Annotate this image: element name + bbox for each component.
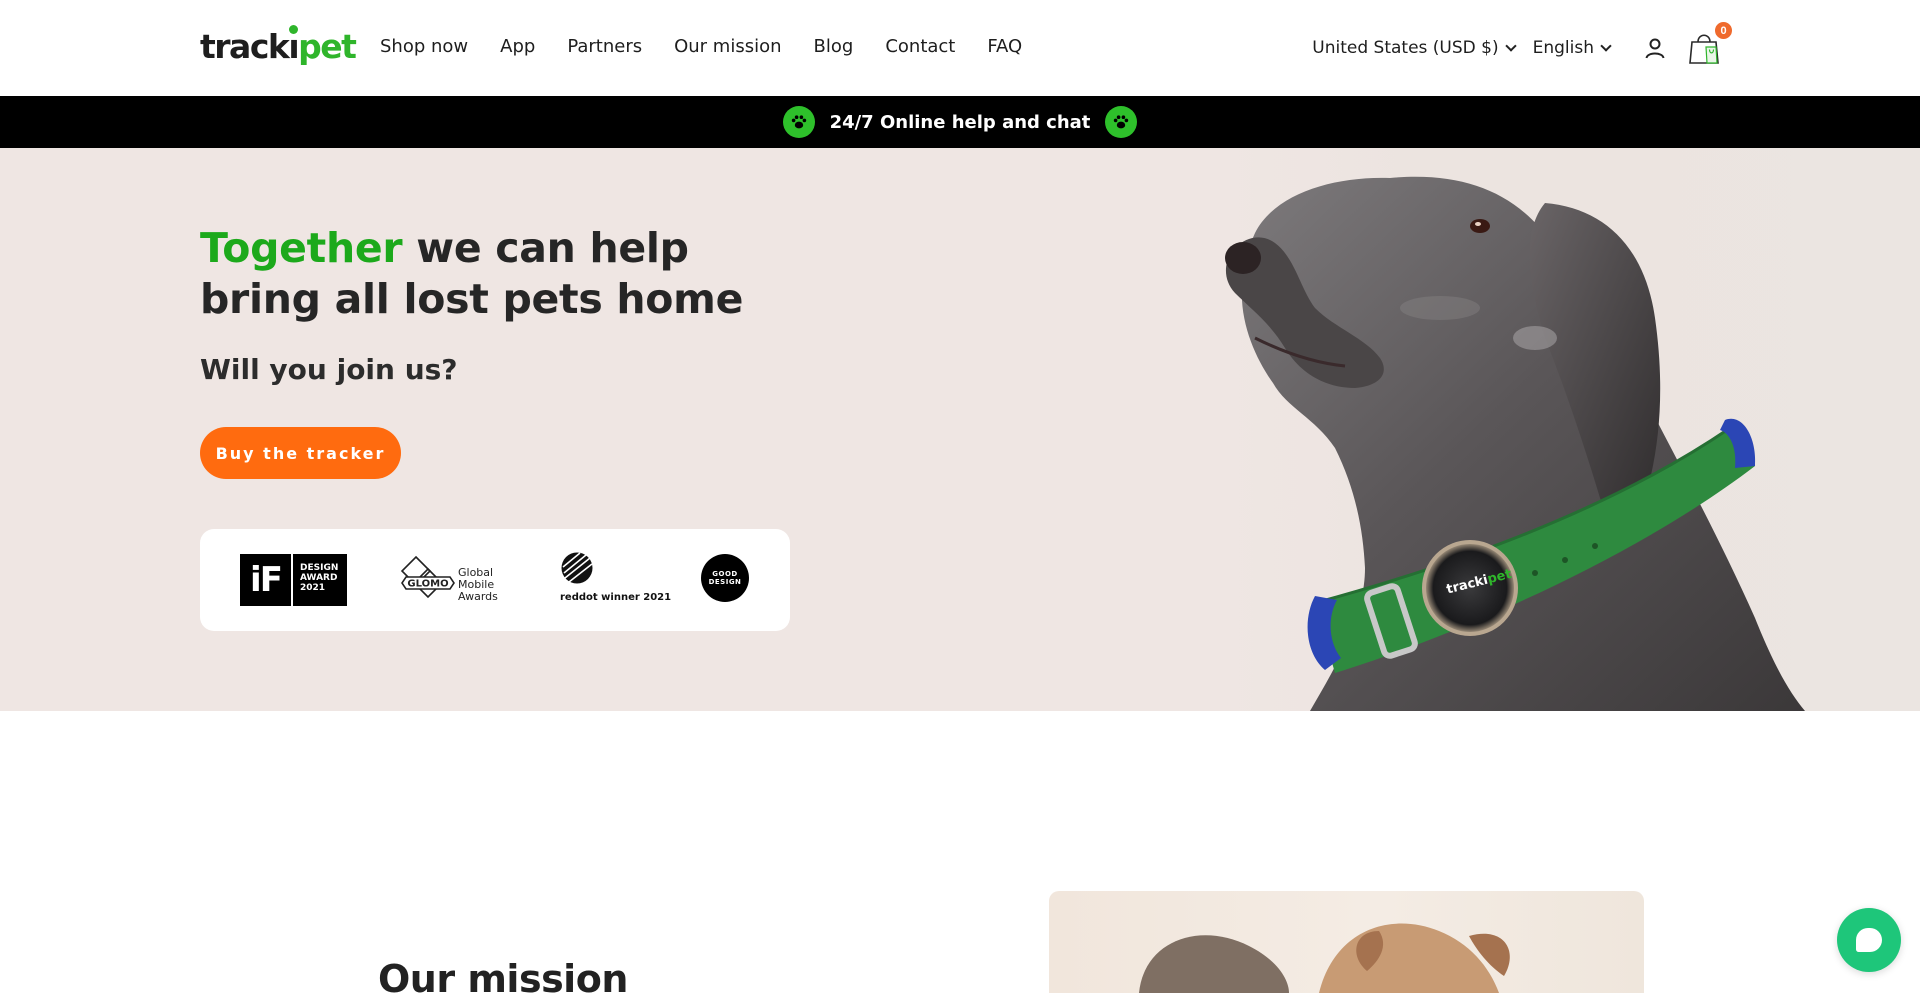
language-selector-label: English [1532, 38, 1594, 58]
if-award-text: DESIGN AWARD 2021 [300, 563, 339, 593]
logo-text-tracki: trackı [200, 25, 300, 66]
glomo-award-text: Global Mobile Awards [458, 566, 498, 603]
hero-subtitle: Will you join us? [200, 353, 458, 386]
paw-icon [1105, 106, 1138, 138]
chat-bubble-icon [1856, 928, 1882, 952]
woman-and-dog-image [1139, 923, 1510, 993]
nav-blog[interactable]: Blog [814, 36, 854, 57]
site-header: trackı pet Shop now App Partners Our miss… [0, 0, 1920, 96]
reddot-mark-icon [561, 552, 593, 584]
logo[interactable]: trackı pet [200, 25, 357, 66]
cart-button[interactable]: 0 [1686, 20, 1734, 66]
cart-count-badge: 0 [1713, 20, 1734, 41]
nav-our-mission[interactable]: Our mission [674, 36, 781, 57]
currency-selector[interactable]: United States (USD $) [1312, 38, 1517, 58]
hero-section: Together we can help bring all lost pets… [0, 148, 1920, 711]
svg-text:GLOMO: GLOMO [407, 579, 448, 590]
nav-partners[interactable]: Partners [567, 36, 642, 57]
chat-button[interactable] [1837, 908, 1901, 972]
glomo-award-logo: GLOMO Global Mobile Awards [398, 553, 510, 609]
chevron-down-icon [1504, 40, 1517, 52]
main-nav: Shop now App Partners Our mission Blog C… [380, 36, 1054, 57]
language-selector[interactable]: English [1532, 38, 1612, 58]
chevron-down-icon [1600, 40, 1612, 52]
mission-image [1049, 891, 1644, 993]
user-icon[interactable] [1644, 37, 1666, 59]
nav-contact[interactable]: Contact [885, 36, 955, 57]
buy-tracker-button[interactable]: Buy the tracker [200, 427, 401, 479]
glomo-mark-icon: GLOMO [400, 555, 455, 599]
logo-text-pet: pet [298, 27, 357, 66]
announcement-text[interactable]: 24/7 Online help and chat [830, 112, 1091, 133]
currency-selector-label: United States (USD $) [1312, 38, 1499, 58]
nav-shop-now[interactable]: Shop now [380, 36, 468, 57]
awards-panel: iF DESIGN AWARD 2021 GLOMO Global Mobile… [200, 529, 790, 631]
if-design-award-logo: iF DESIGN AWARD 2021 [240, 554, 347, 606]
reddot-award-logo: reddot winner 2021 [560, 551, 672, 611]
hero-title-highlight: Together [200, 224, 403, 272]
reddot-award-label: reddot winner 2021 [560, 592, 672, 603]
good-design-text: GOOD DESIGN [708, 570, 742, 586]
nav-app[interactable]: App [500, 36, 535, 57]
if-logo-mark: iF [240, 554, 293, 606]
good-design-award-logo: GOOD DESIGN [701, 554, 749, 602]
hero-title: Together we can help bring all lost pets… [200, 223, 820, 325]
dog-hero-image: trackipet [1225, 176, 1805, 711]
paw-icon [782, 106, 815, 138]
announcement-bar: 24/7 Online help and chat [0, 96, 1920, 148]
nav-faq[interactable]: FAQ [987, 36, 1022, 57]
header-actions: United States (USD $) English 0 [1312, 20, 1734, 68]
mission-title: Our mission [378, 957, 628, 993]
